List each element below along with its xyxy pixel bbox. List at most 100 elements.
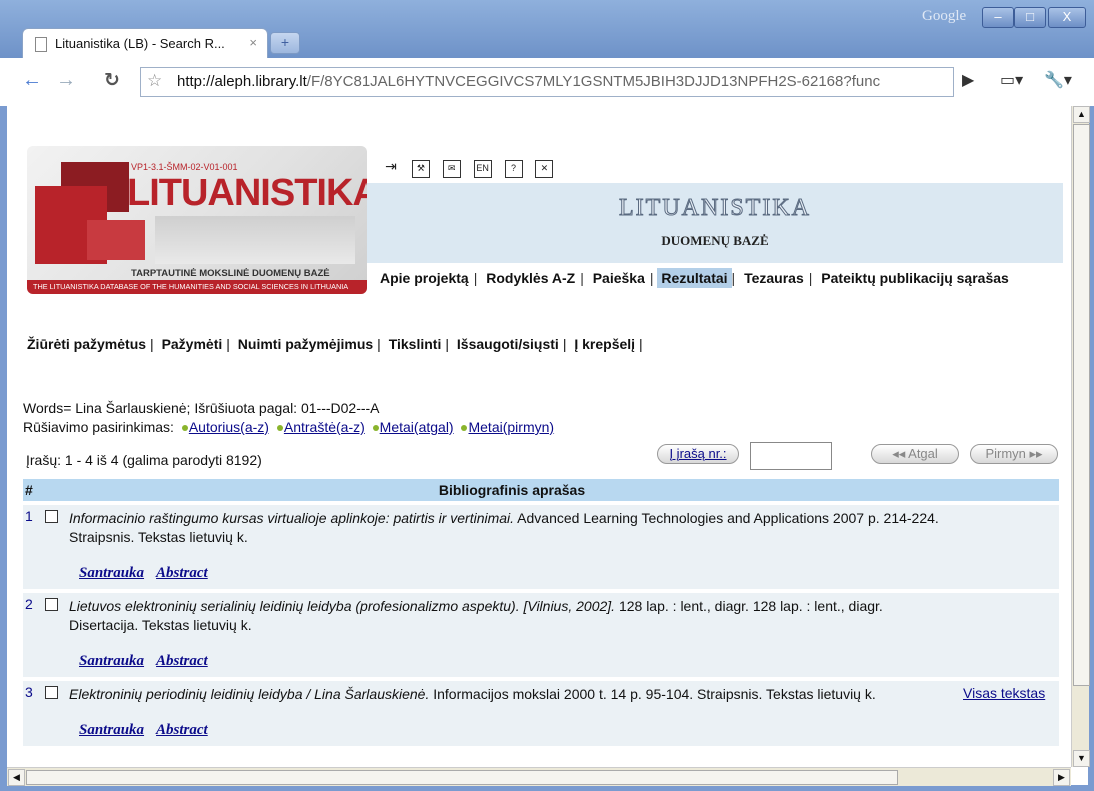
bookmark-star-icon[interactable]: ☆ xyxy=(147,71,162,91)
scroll-right-icon[interactable]: ▶ xyxy=(1053,769,1070,786)
sort-title[interactable]: Antraštė(a-z) xyxy=(284,419,365,435)
banner-english-strip: THE LITUANISTIKA DATABASE OF THE HUMANIT… xyxy=(27,280,367,294)
nav-submitted-publications[interactable]: Pateiktų publikacijų sąrašas xyxy=(816,270,1014,286)
database-title-band: LITUANISTIKA DUOMENŲ BAZĖ xyxy=(367,183,1063,263)
next-page-button[interactable]: Pirmyn ▸▸ xyxy=(970,444,1058,464)
nav-results[interactable]: Rezultatai xyxy=(657,268,732,288)
page-icon xyxy=(35,37,47,52)
page-menu-icon[interactable]: ▭▾ xyxy=(1000,70,1023,90)
record-title: Lietuvos elektroninių serialinių leidini… xyxy=(69,598,616,614)
previous-page-button[interactable]: ◂◂ Atgal xyxy=(871,444,959,464)
full-text-link[interactable]: Visas tekstas xyxy=(963,685,1045,701)
abstract-link[interactable]: Abstract xyxy=(156,722,208,738)
abstract-link[interactable]: Abstract xyxy=(156,565,208,581)
record-actions: Žiūrėti pažymėtus | Pažymėti | Nuimti pažy… xyxy=(23,336,643,352)
record-title: Informacinio raštingumo kursas virtualio… xyxy=(69,510,515,526)
bullet-icon xyxy=(372,425,379,431)
bullet-icon xyxy=(276,425,283,431)
main-navigation: Apie projektą | Rodyklės A-Z | Paieška | Re… xyxy=(375,268,1014,288)
scroll-left-icon[interactable]: ◀ xyxy=(8,769,25,786)
abstract-link[interactable]: Abstract xyxy=(156,653,208,669)
forward-arrow-icon[interactable]: → xyxy=(56,69,76,92)
goto-record-input[interactable] xyxy=(750,442,832,470)
preferences-icon[interactable]: ⚒ xyxy=(411,160,430,178)
table-row: 2 Lietuvos elektroninių serialinių leidi… xyxy=(23,589,1059,679)
record-checkbox[interactable] xyxy=(45,686,58,699)
scroll-down-icon[interactable]: ▼ xyxy=(1073,750,1090,767)
action-mark[interactable]: Pažymėti xyxy=(158,336,227,352)
tab-close-icon[interactable]: × xyxy=(249,35,257,50)
summary-link[interactable]: Santrauka xyxy=(79,653,144,669)
sort-options: Rūšiavimo pasirinkimas: Autorius(a-z) An… xyxy=(23,419,554,435)
record-description: Lietuvos elektroninių serialinių leidini… xyxy=(63,589,961,679)
sort-author[interactable]: Autorius(a-z) xyxy=(189,419,269,435)
scroll-thumb[interactable] xyxy=(26,770,898,785)
lituanistika-banner-logo[interactable]: VP1-3.1-ŠMM-02-V01-001 LITUANISTIKA TARP… xyxy=(27,146,367,294)
reload-icon[interactable]: ↻ xyxy=(104,69,120,92)
action-save-send[interactable]: Išsaugoti/siųsti xyxy=(453,336,563,352)
nav-thesaurus[interactable]: Tezauras xyxy=(739,270,809,286)
query-summary: Words= Lina Šarlauskienė; Išrūšiuota pag… xyxy=(23,400,380,416)
logo-text: LITUANISTIKA xyxy=(127,172,367,214)
window-titlebar: Google – □ X Lituanistika (LB) - Search … xyxy=(0,0,1094,59)
browser-toolbar: ← → ↻ ☆ http://aleph.library.lt/F/8YC81J… xyxy=(0,58,1094,107)
action-unmark[interactable]: Nuimti pažymėjimus xyxy=(234,336,377,352)
scroll-up-icon[interactable]: ▲ xyxy=(1073,106,1090,123)
table-row: 1 Informacinio raštingumo kursas virtual… xyxy=(23,501,1059,591)
sort-label: Rūšiavimo pasirinkimas: xyxy=(23,419,174,435)
project-code: VP1-3.1-ŠMM-02-V01-001 xyxy=(131,162,238,172)
maximize-button[interactable]: □ xyxy=(1014,7,1046,28)
record-title: Elektroninių periodinių leidinių leidyba… xyxy=(69,686,430,702)
go-arrow-icon[interactable]: ▶ xyxy=(962,70,974,90)
record-number-link[interactable]: 2 xyxy=(25,596,33,612)
table-header: # Bibliografinis aprašas xyxy=(23,479,1059,503)
scroll-thumb[interactable] xyxy=(1073,124,1090,686)
browser-tab[interactable]: Lituanistika (LB) - Search R... × xyxy=(22,28,268,59)
record-description: Informacinio raštingumo kursas virtualio… xyxy=(63,501,961,591)
col-description-header: Bibliografinis aprašas xyxy=(63,479,961,503)
action-refine[interactable]: Tikslinti xyxy=(385,336,446,352)
new-tab-button[interactable]: + xyxy=(270,32,300,54)
wrench-menu-icon[interactable]: 🔧▾ xyxy=(1044,70,1072,90)
record-checkbox[interactable] xyxy=(45,598,58,611)
close-icon[interactable]: ✕ xyxy=(535,160,554,178)
action-view-marked[interactable]: Žiūrėti pažymėtus xyxy=(23,336,150,352)
utility-icons: ⇥ ⚒ ✉ EN ? ✕ xyxy=(383,158,562,178)
sort-year-asc[interactable]: Metai(pirmyn) xyxy=(468,419,554,435)
action-add-to-basket[interactable]: Į krepšelį xyxy=(570,336,639,352)
vertical-scrollbar[interactable]: ▲ ▼ xyxy=(1071,106,1090,767)
help-icon[interactable]: ? xyxy=(504,160,523,178)
page-viewport: VP1-3.1-ŠMM-02-V01-001 LITUANISTIKA TARP… xyxy=(7,106,1071,767)
goto-record-button[interactable]: Į įrašą nr.: xyxy=(657,444,739,464)
database-subtitle: DUOMENŲ BAZĖ xyxy=(661,233,769,248)
sort-year-desc[interactable]: Metai(atgal) xyxy=(380,419,454,435)
col-number-header: # xyxy=(23,479,41,503)
mail-icon[interactable]: ✉ xyxy=(442,160,461,178)
tab-title: Lituanistika (LB) - Search R... xyxy=(55,36,225,51)
database-title: LITUANISTIKA xyxy=(619,195,811,222)
nav-about[interactable]: Apie projektą xyxy=(375,270,474,286)
window-frame-left xyxy=(0,106,7,791)
bullet-icon xyxy=(461,425,468,431)
nav-search[interactable]: Paieška xyxy=(588,270,650,286)
record-counter: Įrašų: 1 - 4 iš 4 (galima parodyti 8192) xyxy=(26,452,262,468)
close-window-button[interactable]: X xyxy=(1048,7,1086,28)
browser-brand: Google xyxy=(922,8,967,24)
record-checkbox[interactable] xyxy=(45,510,58,523)
record-number-link[interactable]: 1 xyxy=(25,508,33,524)
record-number-link[interactable]: 3 xyxy=(25,684,33,700)
back-arrow-icon[interactable]: ← xyxy=(22,69,42,92)
record-details: Informacijos mokslai 2000 t. 14 p. 95-10… xyxy=(429,686,876,702)
address-bar[interactable]: ☆ http://aleph.library.lt/F/8YC81JAL6HYT… xyxy=(140,67,954,97)
summary-link[interactable]: Santrauka xyxy=(79,722,144,738)
logout-icon[interactable]: ⇥ xyxy=(383,159,399,175)
summary-link[interactable]: Santrauka xyxy=(79,565,144,581)
url-text[interactable]: http://aleph.library.lt/F/8YC81JAL6HYTNV… xyxy=(177,73,947,90)
language-en-icon[interactable]: EN xyxy=(473,160,492,178)
nav-index-az[interactable]: Rodyklės A-Z xyxy=(481,270,580,286)
bullet-icon xyxy=(181,425,188,431)
results-table: # Bibliografinis aprašas 1 Informacinio … xyxy=(23,479,1059,746)
horizontal-scrollbar[interactable]: ◀ ▶ xyxy=(7,767,1071,786)
record-description: Elektroninių periodinių leidinių leidyba… xyxy=(63,677,961,746)
minimize-button[interactable]: – xyxy=(982,7,1014,28)
